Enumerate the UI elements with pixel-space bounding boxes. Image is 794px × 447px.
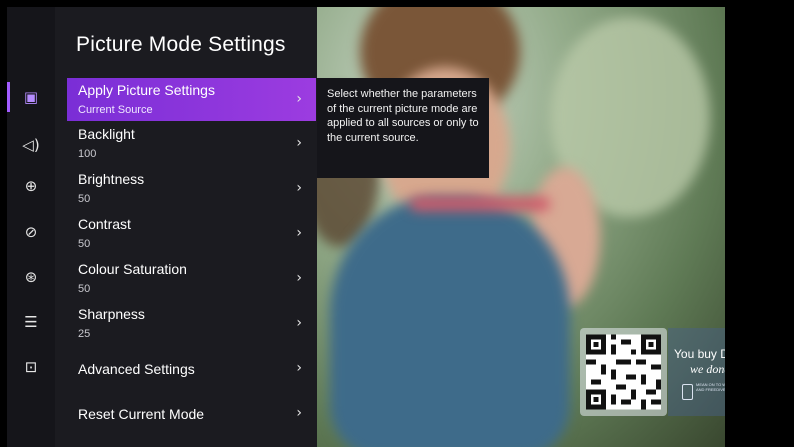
chevron-right-icon: › [296, 315, 302, 331]
chevron-right-icon: › [296, 225, 302, 241]
apply-picture-settings-item[interactable]: Apply Picture Settings Current Source › [67, 78, 316, 121]
reset-current-mode-item[interactable]: Reset Current Mode › [67, 392, 316, 435]
chevron-right-icon: › [296, 405, 302, 421]
item-label: Colour Saturation [78, 261, 187, 277]
accessibility-icon[interactable]: ⊛ [7, 262, 55, 292]
chevron-right-icon: › [296, 91, 302, 107]
colour-saturation-item[interactable]: Colour Saturation 50 › [67, 257, 316, 300]
contrast-item[interactable]: Contrast 50 › [67, 212, 316, 255]
sharpness-item[interactable]: Sharpness 25 › [67, 302, 316, 345]
item-label: Contrast [78, 216, 131, 232]
power-icon[interactable]: ⊘ [7, 217, 55, 247]
chevron-right-icon: › [296, 180, 302, 196]
qr-code [586, 334, 661, 410]
screen-icon[interactable]: ⊡ [7, 352, 55, 382]
item-value: 100 [78, 148, 97, 160]
item-label: Reset Current Mode [78, 406, 205, 422]
sound-icon[interactable]: ◁) [7, 130, 55, 160]
item-value: 50 [78, 238, 91, 250]
item-value: Current Source [78, 104, 153, 116]
help-tooltip: Select whether the parameters of the cur… [317, 78, 489, 178]
item-label: Apply Picture Settings [78, 82, 215, 98]
item-label: Sharpness [78, 306, 145, 322]
letterbox-right [725, 0, 794, 447]
tv-screen: ▣ ◁) ⊕ ⊘ ⊛ ☰ ⊡ Picture Mode Settings App… [0, 0, 794, 447]
item-value: 50 [78, 193, 91, 205]
item-label: Advanced Settings [78, 361, 195, 377]
item-value: 50 [78, 283, 91, 295]
chevron-right-icon: › [296, 135, 302, 151]
letterbox-top [0, 0, 794, 7]
phone-icon [682, 384, 693, 400]
network-icon[interactable]: ⊕ [7, 171, 55, 201]
item-label: Backlight [78, 126, 135, 142]
backlight-item[interactable]: Backlight 100 › [67, 122, 316, 165]
brightness-item[interactable]: Brightness 50 › [67, 167, 316, 210]
picture-icon[interactable]: ▣ [7, 82, 55, 112]
item-value: 25 [78, 328, 91, 340]
advanced-settings-item[interactable]: Advanced Settings › [67, 347, 316, 390]
chevron-right-icon: › [296, 270, 302, 286]
chevron-right-icon: › [296, 360, 302, 376]
item-label: Brightness [78, 171, 145, 187]
letterbox-left [0, 0, 7, 447]
panel-title: Picture Mode Settings [76, 33, 286, 56]
system-icon[interactable]: ☰ [7, 307, 55, 337]
